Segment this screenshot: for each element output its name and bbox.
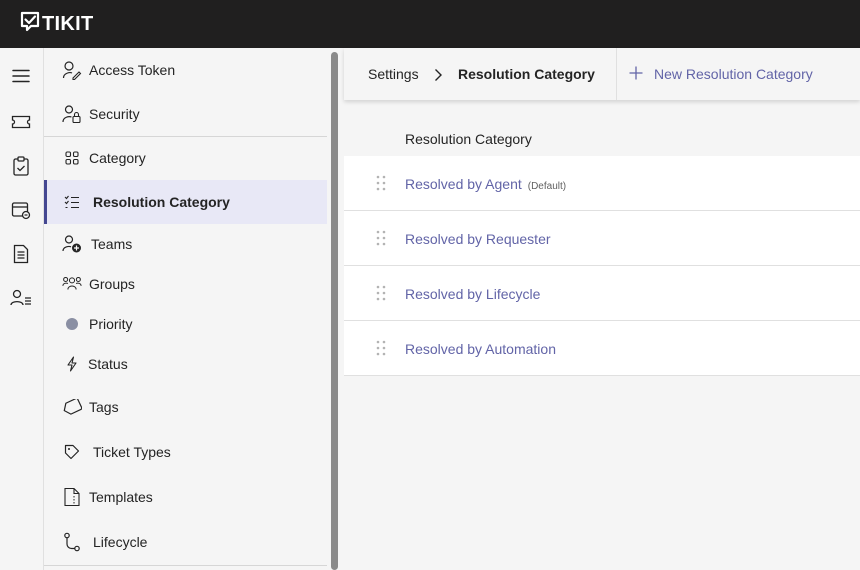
- sidebar-item-teams[interactable]: Teams: [44, 222, 327, 266]
- flash-icon: [62, 354, 82, 374]
- sidebar-item-label: Tags: [89, 399, 119, 415]
- sidebar-item-lifecycle[interactable]: Lifecycle: [44, 520, 327, 564]
- sidebar-item-access-token[interactable]: Access Token: [44, 48, 327, 92]
- drag-handle-icon[interactable]: [376, 285, 386, 301]
- resolution-category-list: Resolved by Agent (Default) Resolved by R…: [344, 156, 860, 376]
- sidebar-divider: [44, 565, 327, 566]
- drag-handle-icon[interactable]: [376, 230, 386, 246]
- page-header: Settings Resolution Category New Resolut…: [344, 48, 860, 100]
- people-list-icon[interactable]: [10, 287, 32, 309]
- column-header: Resolution Category: [405, 131, 532, 147]
- priority-dot-icon: [62, 314, 82, 334]
- new-resolution-category-button[interactable]: New Resolution Category: [628, 64, 813, 84]
- lifecycle-icon: [62, 532, 82, 552]
- logo[interactable]: TIKIT: [20, 11, 94, 38]
- sidebar-item-label: Groups: [89, 276, 135, 292]
- drag-handle-icon[interactable]: [376, 175, 386, 191]
- template-icon: [62, 487, 82, 507]
- chevron-right-icon: [432, 68, 444, 82]
- row-name[interactable]: Resolved by Requester: [405, 231, 551, 247]
- logo-text: TIKIT: [42, 13, 94, 35]
- row-name-text: Resolved by Agent: [405, 176, 522, 192]
- diamond-icon: [62, 442, 82, 462]
- sidebar-item-label: Ticket Types: [93, 444, 171, 460]
- document-icon[interactable]: [10, 243, 32, 265]
- sidebar-item-status[interactable]: Status: [44, 342, 327, 386]
- row-name[interactable]: Resolved by Lifecycle: [405, 286, 540, 302]
- sidebar-item-label: Security: [89, 106, 140, 122]
- new-button-label: New Resolution Category: [654, 66, 813, 82]
- tikit-logo-icon: [20, 11, 40, 38]
- ticket-icon[interactable]: [10, 111, 32, 133]
- table-row[interactable]: Resolved by Agent (Default): [344, 156, 860, 211]
- header-divider: [616, 48, 617, 100]
- access-token-icon: [62, 60, 82, 80]
- breadcrumb-settings[interactable]: Settings: [368, 66, 419, 82]
- sidebar-item-security[interactable]: Security: [44, 92, 327, 136]
- sidebar-item-label: Teams: [91, 236, 133, 252]
- sidebar-item-label: Resolution Category: [93, 194, 230, 210]
- plus-icon: [628, 65, 644, 84]
- menu-icon[interactable]: [10, 65, 32, 87]
- sidebar-item-category[interactable]: Category: [44, 136, 327, 180]
- sidebar-item-priority[interactable]: Priority: [44, 302, 327, 346]
- table-row[interactable]: Resolved by Automation: [344, 321, 860, 376]
- groups-icon: [62, 274, 82, 294]
- tag-icon: [62, 397, 82, 417]
- main-content: Settings Resolution Category New Resolut…: [344, 48, 860, 570]
- default-badge: (Default): [527, 181, 567, 192]
- sidebar-item-label: Status: [88, 356, 128, 372]
- billing-icon[interactable]: [10, 199, 32, 221]
- drag-handle-icon[interactable]: [376, 340, 386, 356]
- sidebar-item-resolution-category[interactable]: Resolution Category: [44, 180, 327, 224]
- row-name[interactable]: Resolved by Automation: [405, 341, 556, 357]
- top-bar: TIKIT: [0, 0, 860, 48]
- category-icon: [62, 148, 82, 168]
- sidebar-item-label: Priority: [89, 316, 133, 332]
- row-name[interactable]: Resolved by Agent (Default): [405, 176, 566, 192]
- sidebar-item-label: Lifecycle: [93, 534, 148, 550]
- app-rail: [0, 48, 44, 570]
- clipboard-icon[interactable]: [10, 155, 32, 177]
- sidebar-item-tags[interactable]: Tags: [44, 385, 327, 429]
- sidebar-item-groups[interactable]: Groups: [44, 262, 327, 306]
- sidebar-item-label: Access Token: [89, 62, 176, 78]
- security-icon: [62, 104, 82, 124]
- sidebar-item-label: Templates: [89, 489, 153, 505]
- sidebar-item-label: Category: [89, 150, 146, 166]
- breadcrumb-current: Resolution Category: [458, 66, 595, 82]
- teams-icon: [62, 234, 82, 254]
- settings-sidebar: Access Token Security Category Resolutio…: [44, 48, 328, 570]
- sidebar-item-ticket-types[interactable]: Ticket Types: [44, 430, 327, 474]
- table-row[interactable]: Resolved by Lifecycle: [344, 266, 860, 321]
- sidebar-scrollbar[interactable]: [331, 52, 338, 570]
- table-row[interactable]: Resolved by Requester: [344, 211, 860, 266]
- sidebar-item-templates[interactable]: Templates: [44, 475, 327, 519]
- list-check-icon: [62, 192, 82, 212]
